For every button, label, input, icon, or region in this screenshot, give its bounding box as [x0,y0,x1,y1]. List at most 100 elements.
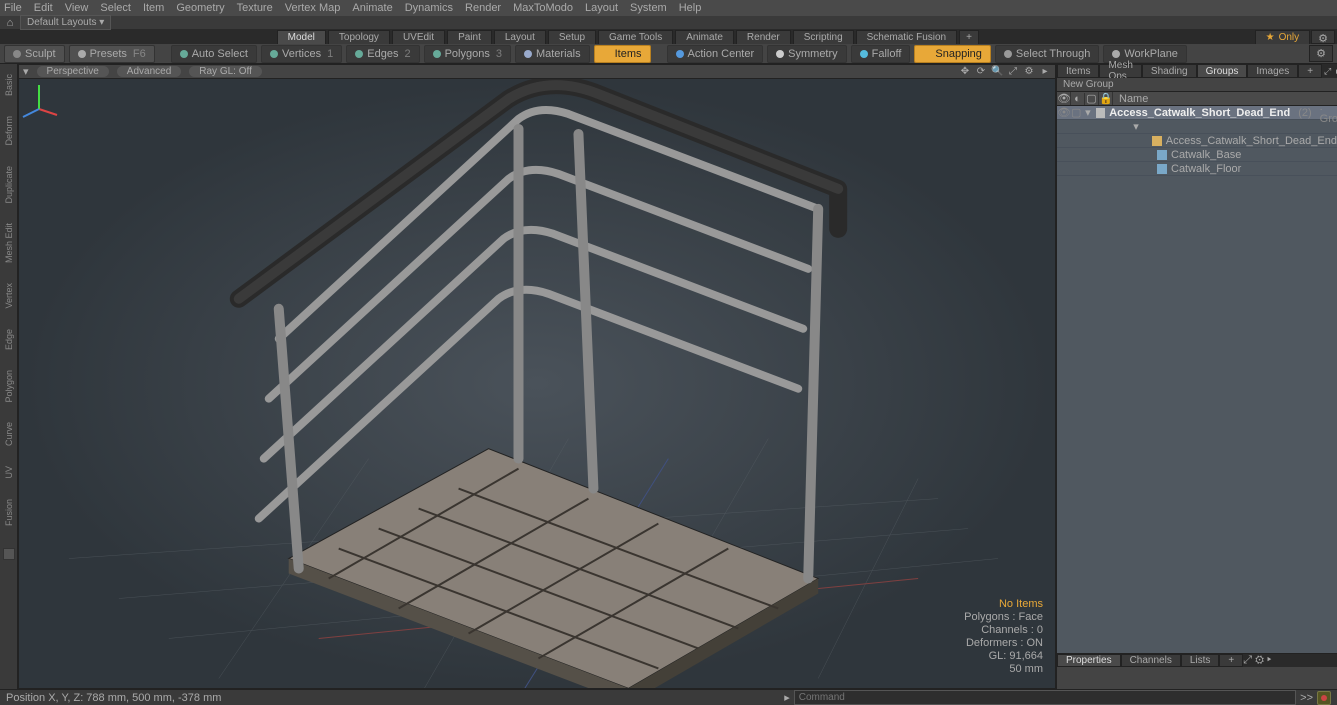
lefttab-meshedit[interactable]: Mesh Edit [3,217,15,269]
new-group-button[interactable]: New Group [1057,78,1337,92]
menu-vertexmap[interactable]: Vertex Map [285,2,341,14]
tab-animate[interactable]: Animate [675,30,734,44]
tree-header: 👁 ◐ ▢ 🔒 Name [1057,92,1337,106]
col-pin-icon[interactable]: 🔒 [1099,92,1113,105]
panel-expand-icon[interactable]: ⤢ [1324,66,1334,77]
toolbar-gear-icon[interactable]: ⚙ [1309,45,1333,62]
tab-only[interactable]: Only [1255,30,1311,44]
menu-view[interactable]: View [65,2,89,14]
viewport-stats: No Items Polygons : Face Channels : 0 De… [964,598,1043,676]
gear-icon[interactable]: ⚙ [1311,30,1335,44]
falloff-button[interactable]: Falloff [851,45,911,63]
presets-button[interactable]: PresetsF6 [69,45,155,63]
col-lock-icon[interactable]: ▢ [1085,92,1099,105]
prop-menu-icon[interactable]: ▸ [1267,654,1271,666]
vertices-toggle[interactable]: Vertices1 [261,45,342,63]
proptab-add[interactable]: + [1219,654,1243,667]
tab-model[interactable]: Model [277,30,326,44]
rtab-groups[interactable]: Groups [1197,64,1248,78]
menu-texture[interactable]: Texture [237,2,273,14]
lefttab-edge[interactable]: Edge [3,323,15,356]
viewport-mode[interactable]: Perspective [37,66,109,77]
menu-geometry[interactable]: Geometry [176,2,224,14]
viewport-3d[interactable]: No Items Polygons : Face Channels : 0 De… [19,79,1055,688]
rtab-meshops[interactable]: Mesh Ops [1099,64,1141,78]
viewport-advanced[interactable]: Advanced [117,66,181,77]
sculpt-button[interactable]: Sculpt [4,45,65,63]
menu-file[interactable]: File [4,2,22,14]
tab-setup[interactable]: Setup [548,30,596,44]
menu-edit[interactable]: Edit [34,2,53,14]
prop-gear-icon[interactable]: ⚙ [1255,654,1264,666]
col-select-icon[interactable]: ◐ [1071,93,1085,105]
tab-scripting[interactable]: Scripting [793,30,854,44]
menu-maxtomodo[interactable]: MaxToModo [513,2,573,14]
lefttab-curve[interactable]: Curve [3,416,15,452]
viewport-raygl[interactable]: Ray GL: Off [189,66,262,77]
menu-animate[interactable]: Animate [352,2,392,14]
tab-gametools[interactable]: Game Tools [598,30,673,44]
lefttab-extra[interactable] [3,548,15,560]
tab-schematic[interactable]: Schematic Fusion [856,30,957,44]
autoselect-toggle[interactable]: Auto Select [171,45,257,63]
actioncenter-button[interactable]: Action Center [667,45,764,63]
rtab-items[interactable]: Items [1057,64,1099,78]
proptab-lists[interactable]: Lists [1181,654,1220,667]
command-input[interactable] [794,690,1296,705]
edges-toggle[interactable]: Edges2 [346,45,419,63]
record-button[interactable] [1317,691,1331,705]
viewport-gear-icon[interactable]: ⚙ [1023,66,1035,77]
cmd-history-button[interactable]: >> [1300,692,1313,704]
tab-uvedit[interactable]: UVEdit [392,30,445,44]
tree-row[interactable]: Catwalk_Base [1057,148,1337,162]
cmd-chevron-icon[interactable]: ▸ [784,691,790,704]
lefttab-uv[interactable]: UV [3,460,15,485]
tab-render[interactable]: Render [736,30,791,44]
zoom-icon[interactable]: 🔍 [991,66,1003,77]
move-icon[interactable]: ✥ [959,66,971,77]
rtab-images[interactable]: Images [1247,64,1298,78]
menu-item[interactable]: Item [143,2,164,14]
tab-topology[interactable]: Topology [328,30,390,44]
rtab-add[interactable]: + [1298,64,1322,78]
viewport-options-icon[interactable]: ▾ [23,65,29,78]
viewport-menu-icon[interactable]: ▸ [1039,66,1051,77]
prop-expand-icon[interactable]: ⤢ [1243,654,1252,666]
tab-paint[interactable]: Paint [447,30,492,44]
col-name[interactable]: Name [1113,93,1337,105]
menu-system[interactable]: System [630,2,667,14]
menu-render[interactable]: Render [465,2,501,14]
home-icon[interactable]: ⌂ [4,17,16,29]
rotate-icon[interactable]: ⟳ [975,66,987,77]
lefttab-vertex[interactable]: Vertex [3,277,15,315]
tree-row[interactable]: Access_Catwalk_Short_Dead_End [1057,134,1337,148]
menu-select[interactable]: Select [100,2,131,14]
menu-dynamics[interactable]: Dynamics [405,2,453,14]
layout-dropdown[interactable]: Default Layouts ▾ [20,15,111,30]
lefttab-polygon[interactable]: Polygon [3,364,15,409]
col-visible-icon[interactable]: 👁 [1057,92,1071,105]
tree-row[interactable]: Catwalk_Floor [1057,162,1337,176]
maximize-icon[interactable]: ⤢ [1007,66,1019,77]
tab-layout[interactable]: Layout [494,30,546,44]
lefttab-basic[interactable]: Basic [3,68,15,102]
proptab-channels[interactable]: Channels [1121,654,1181,667]
polygons-toggle[interactable]: Polygons3 [424,45,511,63]
symmetry-button[interactable]: Symmetry [767,45,847,63]
item-tree[interactable]: 👁▢ ▾Access_Catwalk_Short_Dead_End(2): Gr… [1057,106,1337,653]
lefttab-duplicate[interactable]: Duplicate [3,160,15,210]
scene-render [19,79,1055,688]
tab-add[interactable]: + [959,30,979,44]
materials-toggle[interactable]: Materials [515,45,590,63]
rtab-shading[interactable]: Shading [1142,64,1197,78]
items-toggle[interactable]: Items [594,45,651,63]
menu-layout[interactable]: Layout [585,2,618,14]
selectthrough-toggle[interactable]: Select Through [995,45,1099,63]
lefttab-fusion[interactable]: Fusion [3,493,15,532]
menu-help[interactable]: Help [679,2,702,14]
proptab-properties[interactable]: Properties [1057,654,1121,667]
tree-row-group[interactable]: 👁▢ ▾Access_Catwalk_Short_Dead_End(2): Gr… [1057,106,1337,120]
lefttab-deform[interactable]: Deform [3,110,15,152]
snapping-toggle[interactable]: Snapping [914,45,991,63]
layout-bar: ⌂ Default Layouts ▾ [0,16,1337,30]
